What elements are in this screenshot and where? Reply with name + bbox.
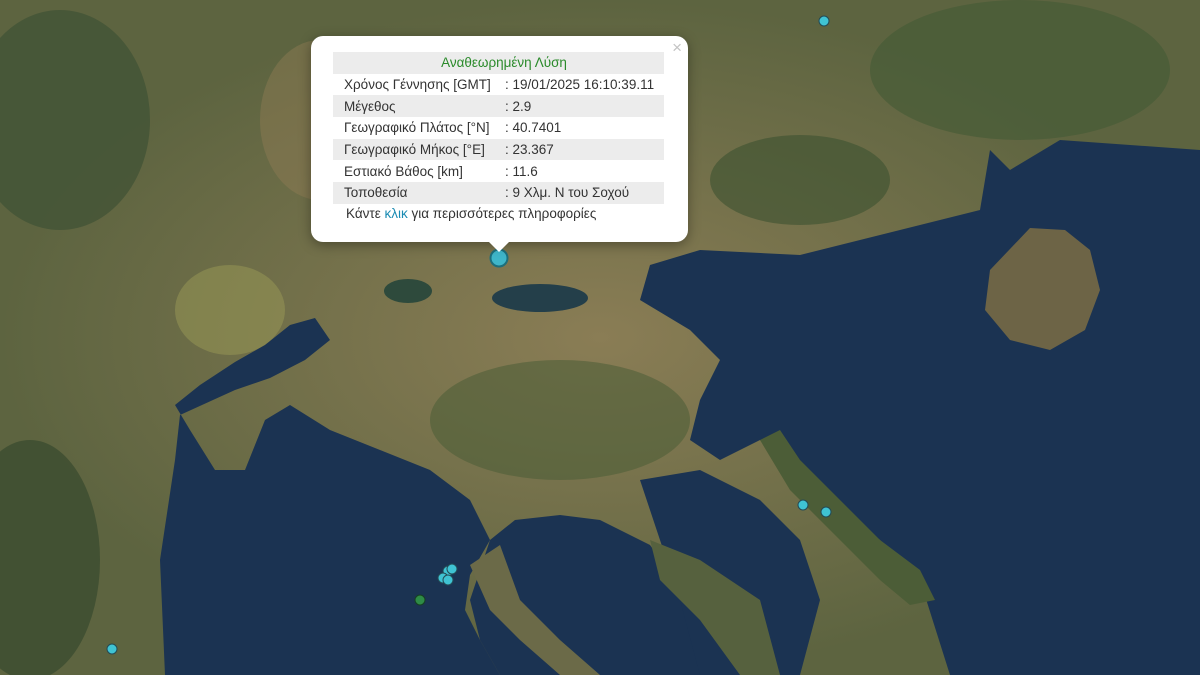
earthquake-marker[interactable] — [446, 563, 458, 575]
popup-title-row: Αναθεωρημένη Λύση — [333, 52, 664, 74]
earthquake-marker[interactable] — [442, 574, 454, 586]
detail-row-origin-time: Χρόνος Γέννησης [GMT] : 19/01/2025 16:10… — [333, 74, 664, 96]
detail-value: : 11.6 — [504, 163, 538, 179]
detail-value: : 19/01/2025 16:10:39.11 — [504, 77, 655, 93]
satellite-map[interactable]: × Αναθεωρημένη Λύση Χρόνος Γέννησης [GMT… — [0, 0, 1200, 675]
more-info-link[interactable]: κλικ — [385, 206, 408, 221]
more-info-suffix: για περισσότερες πληροφορίες — [407, 206, 597, 221]
popup-pointer — [488, 241, 510, 252]
earthquake-details-table: Αναθεωρημένη Λύση Χρόνος Γέννησης [GMT] … — [333, 52, 664, 204]
more-info-prefix: Κάντε — [346, 206, 385, 221]
detail-row-location: Τοποθεσία : 9 Χλμ. Ν του Σοχού — [333, 182, 664, 204]
detail-row-magnitude: Μέγεθος : 2.9 — [333, 95, 664, 118]
detail-value: : 9 Χλμ. Ν του Σοχού — [500, 182, 664, 204]
detail-value: : 40.7401 — [504, 120, 562, 136]
earthquake-marker[interactable] — [797, 499, 809, 511]
more-info-line: Κάντε κλικ για περισσότερες πληροφορίες — [346, 206, 596, 221]
detail-row-latitude: Γεωγραφικό Πλάτος [°N] : 40.7401 — [333, 117, 664, 139]
detail-value: : 23.367 — [500, 138, 664, 161]
earthquake-marker[interactable] — [414, 594, 426, 606]
earthquake-marker[interactable] — [820, 506, 832, 518]
detail-label: Τοποθεσία — [333, 182, 501, 204]
detail-label: Χρόνος Γέννησης [GMT] — [344, 77, 491, 93]
detail-label: Εστιακό Βάθος [km] — [344, 163, 463, 179]
close-icon[interactable]: × — [672, 39, 682, 57]
detail-label: Μέγεθος — [333, 95, 501, 118]
detail-label: Γεωγραφικό Μήκος [°E] — [333, 138, 501, 161]
earthquake-marker[interactable] — [106, 643, 118, 655]
earthquake-info-popup: × Αναθεωρημένη Λύση Χρόνος Γέννησης [GMT… — [311, 36, 688, 252]
earthquake-marker[interactable] — [818, 15, 830, 27]
detail-row-longitude: Γεωγραφικό Μήκος [°E] : 23.367 — [333, 138, 664, 161]
detail-row-depth: Εστιακό Βάθος [km] : 11.6 — [333, 160, 664, 182]
detail-label: Γεωγραφικό Πλάτος [°N] — [344, 120, 490, 136]
popup-title: Αναθεωρημένη Λύση — [333, 52, 664, 74]
detail-value: : 2.9 — [500, 95, 664, 118]
